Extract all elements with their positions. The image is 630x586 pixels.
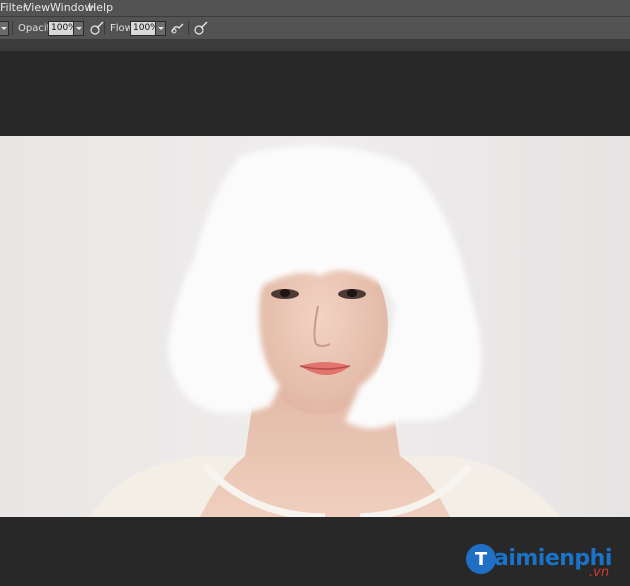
canvas-image[interactable]: [0, 136, 630, 517]
options-bar: Opacity: 100% Flow: 100%: [0, 16, 630, 40]
pressure-opacity-icon[interactable]: [89, 20, 105, 36]
panel-divider: [0, 39, 630, 51]
menu-view[interactable]: View: [24, 1, 50, 15]
pressure-size-icon[interactable]: [193, 20, 209, 36]
airbrush-icon[interactable]: [170, 20, 186, 36]
mode-dropdown[interactable]: [0, 21, 9, 36]
logo-initial: T: [475, 549, 488, 570]
menu-help[interactable]: Help: [88, 1, 113, 15]
portrait-photo: [0, 136, 630, 517]
taimienphi-logo: T aimienphi .vn: [464, 540, 630, 586]
separator: [12, 21, 13, 35]
menu-bar: Filter View Window Help: [0, 0, 630, 16]
menu-window[interactable]: Window: [50, 1, 93, 15]
opacity-field[interactable]: 100%: [48, 21, 77, 36]
opacity-dropdown[interactable]: [73, 21, 84, 36]
flow-field[interactable]: 100%: [130, 21, 159, 36]
logo-tld-text: .vn: [589, 565, 610, 580]
separator: [104, 21, 105, 35]
logo-mark-icon: T: [466, 544, 496, 574]
flow-dropdown[interactable]: [155, 21, 166, 36]
separator: [188, 21, 189, 35]
